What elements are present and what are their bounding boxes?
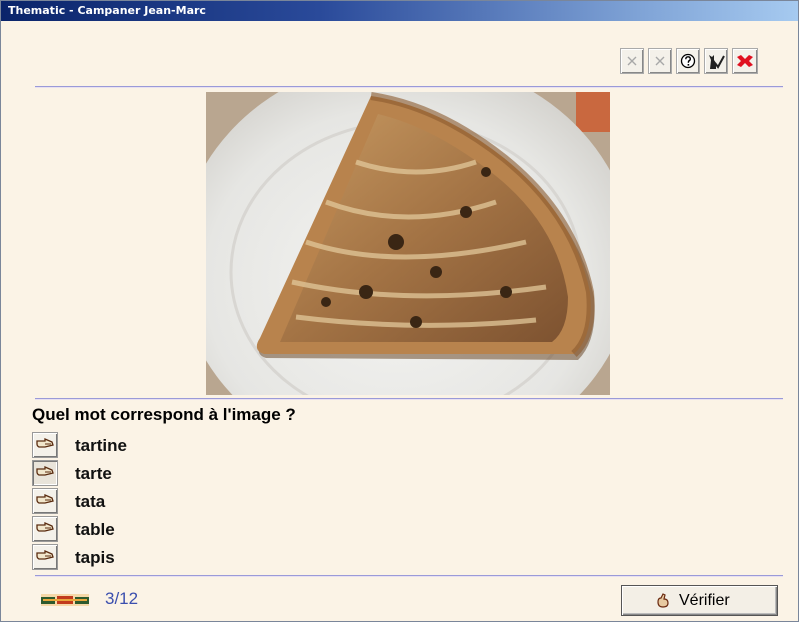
app-window: Thematic - Campaner Jean-Marc Quel mot c…	[0, 0, 799, 622]
verify-label: Vérifier	[679, 592, 730, 609]
pointing-hand-icon	[655, 593, 671, 614]
option-label: tapis	[75, 548, 115, 567]
toolbar-button-disabled-1[interactable]	[620, 48, 644, 74]
option-select-button[interactable]	[32, 488, 58, 514]
window-title: Thematic - Campaner Jean-Marc	[8, 4, 206, 17]
bottom-separator	[35, 575, 783, 577]
toolbar-button-disabled-2[interactable]	[648, 48, 672, 74]
answer-option-1[interactable]: tartine	[32, 432, 292, 458]
pointing-hand-icon	[36, 548, 54, 567]
cat-answer-icon	[707, 52, 725, 70]
question-text: Quel mot correspond à l'image ?	[32, 405, 296, 424]
progress-counter: 3/12	[105, 589, 139, 608]
help-icon	[680, 53, 696, 69]
option-select-button[interactable]	[32, 460, 58, 486]
answer-button[interactable]	[704, 48, 728, 74]
pointing-hand-icon	[36, 464, 54, 483]
option-label: table	[75, 520, 115, 539]
answer-option-4[interactable]: table	[32, 516, 292, 542]
title-bar[interactable]: Thematic - Campaner Jean-Marc	[1, 1, 798, 21]
pointing-hand-icon	[36, 520, 54, 539]
option-select-button[interactable]	[32, 544, 58, 570]
option-select-button[interactable]	[32, 516, 58, 542]
close-x-disabled-icon	[654, 55, 666, 67]
help-button[interactable]	[676, 48, 700, 74]
answer-option-2[interactable]: tarte	[32, 460, 292, 486]
jmc-logo	[41, 593, 89, 606]
option-label: tarte	[75, 464, 112, 483]
pointing-hand-icon	[36, 492, 54, 511]
quiz-image	[206, 92, 610, 395]
answer-option-5[interactable]: tapis	[32, 544, 292, 570]
close-x-disabled-icon	[626, 55, 638, 67]
verify-button[interactable]: Vérifier	[621, 585, 778, 616]
exit-icon	[736, 54, 754, 68]
option-select-button[interactable]	[32, 432, 58, 458]
top-separator	[35, 86, 783, 88]
pointing-hand-icon	[36, 436, 54, 455]
answer-option-3[interactable]: tata	[32, 488, 292, 514]
middle-separator	[35, 398, 783, 400]
exit-button[interactable]	[732, 48, 758, 74]
option-label: tartine	[75, 436, 127, 455]
option-label: tata	[75, 492, 106, 511]
